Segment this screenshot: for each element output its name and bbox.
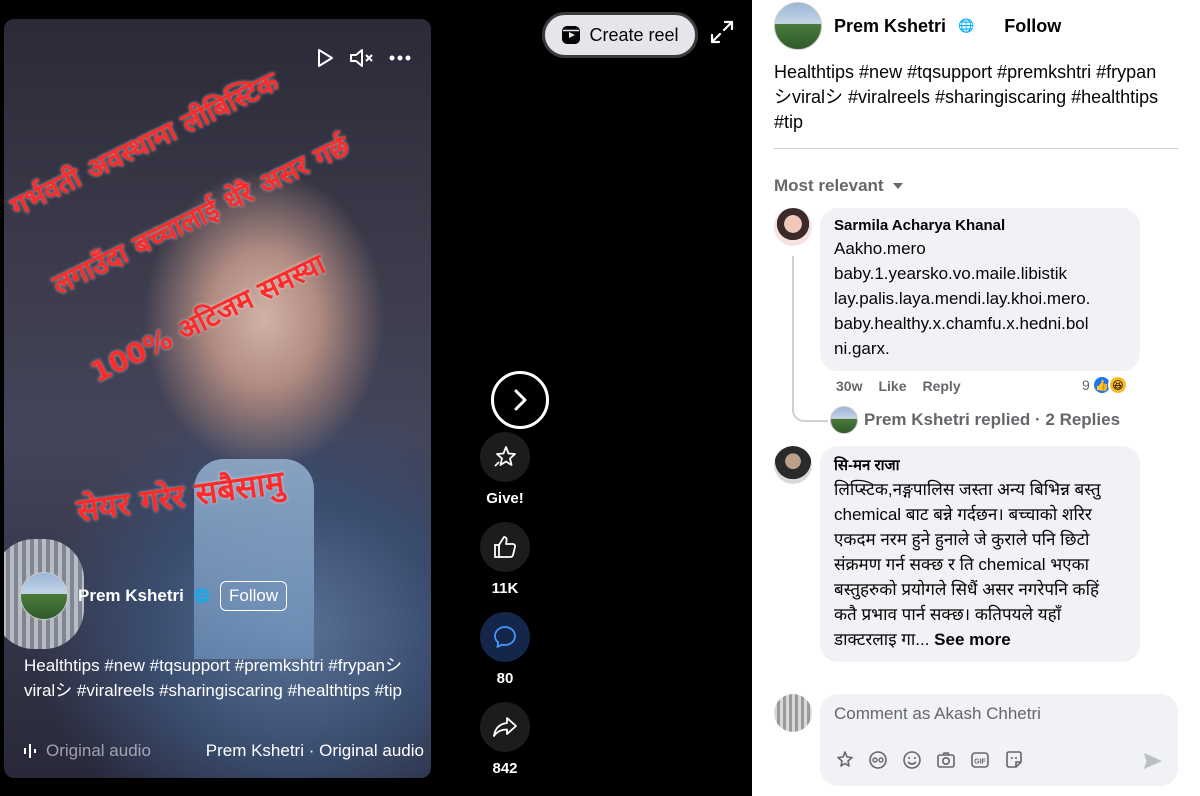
avatar [830,406,858,434]
like-thumb-icon [494,536,517,558]
globe-icon: 🌐 [193,588,211,603]
comment-text: Aakho.mero baby.1.yearsko.vo.maile.libis… [834,239,1091,358]
comment-count: 80 [496,670,514,687]
view-replies-link[interactable]: Prem Kshetri replied · 2 Replies [830,406,1120,434]
comment-item: Sarmila Acharya Khanal Aakho.mero baby.1… [774,208,1140,371]
reaction-summary[interactable]: 9 👍 😆 [1082,375,1128,395]
replies-text: Prem Kshetri replied · 2 Replies [864,410,1121,429]
audio-label: Original audio [46,741,151,760]
mute-icon[interactable] [349,47,375,69]
comment-like-button[interactable]: Like [878,378,906,394]
comment-button[interactable] [480,612,530,662]
comment-bubble: Sarmila Acharya Khanal Aakho.mero baby.1… [820,208,1140,371]
current-user-avatar[interactable] [774,694,812,732]
commenter-name[interactable]: Sarmila Acharya Khanal [834,217,1126,234]
send-icon[interactable] [1142,750,1164,772]
comment-icon [494,626,516,648]
see-more-link[interactable]: See more [934,630,1011,649]
comment-sort-dropdown[interactable]: Most relevant [774,176,904,196]
fullscreen-icon[interactable] [708,18,736,46]
thread-line [792,256,828,422]
comment-item: सि-मन राजा लिप्स्टिक,नङ्गपालिस जस्ता अन्… [774,446,1140,662]
play-icon[interactable] [315,48,335,68]
give-star-icon [494,446,516,467]
sticker-face-icon[interactable] [1004,750,1024,770]
video-author-row: Prem Kshetri 🌐 Follow [20,572,288,620]
sticker-icon[interactable] [834,750,854,770]
comment-actions: 30w Like Reply [836,378,961,394]
panel-caption: Healthtips #new #tqsupport #premkshtri #… [774,62,1159,132]
emoji-icon[interactable] [902,750,922,770]
haha-reaction-icon: 😆 [1107,375,1128,395]
reel-icon [562,26,581,44]
share-count: 842 [492,760,518,777]
like-button[interactable] [480,522,530,572]
follow-button[interactable]: Follow [220,581,288,611]
panel-follow-button[interactable]: Follow [1004,16,1061,37]
chevron-right-icon [514,389,527,411]
comment-input[interactable] [834,704,1154,724]
audio-row: Original audio Prem Kshetri · Original a… [24,741,424,761]
comment-text: लिप्स्टिक,नङ्गपालिस जस्ता अन्य बिभिन्न ब… [834,477,1126,652]
avatar[interactable] [20,572,68,620]
commenter-avatar[interactable] [774,208,812,246]
composer-tools: GIF [834,750,1024,770]
more-icon[interactable] [389,55,411,61]
share-icon [493,717,517,737]
avatar[interactable] [774,2,822,50]
panel-author-name[interactable]: Prem Kshetri [834,16,946,37]
comment-reply-button[interactable]: Reply [922,378,960,394]
like-count: 11K [491,580,519,597]
audio-source[interactable]: Original audio [24,741,151,761]
audio-wave-icon [24,744,36,758]
commenter-avatar[interactable] [774,446,812,484]
video-author-name[interactable]: Prem Kshetri [78,586,184,606]
give-label: Give! [486,490,524,507]
divider [774,148,1178,149]
comment-composer: GIF [774,694,1178,786]
avatar-sticker-icon[interactable] [868,750,888,770]
globe-icon: 🌐 [958,18,975,33]
give-button[interactable] [480,432,530,482]
comment-time[interactable]: 30w [836,378,862,394]
svg-text:GIF: GIF [974,759,986,766]
audio-credit[interactable]: Prem Kshetri · Original audio [206,741,424,761]
reaction-count: 9 [1082,377,1090,393]
panel-header: Prem Kshetri 🌐 Follow [774,2,1061,50]
share-button[interactable] [480,702,530,752]
video-caption: Healthtips #new #tqsupport #premkshtri #… [24,656,402,700]
sort-label: Most relevant [774,176,884,195]
create-reel-label: Create reel [589,24,679,45]
action-rail: Give! 11K 80 842 [480,432,530,792]
comment-text-body: लिप्स्टिक,नङ्गपालिस जस्ता अन्य बिभिन्न ब… [834,480,1101,649]
create-reel-button[interactable]: Create reel [542,12,698,58]
comment-bubble: सि-मन राजा लिप्स्टिक,नङ्गपालिस जस्ता अन्… [820,446,1140,662]
commenter-name[interactable]: सि-मन राजा [834,455,1126,475]
next-reel-button[interactable] [491,371,549,429]
caret-down-icon [892,183,903,189]
video-controls [315,47,411,69]
comment-box[interactable]: GIF [820,694,1178,786]
comments-panel: Prem Kshetri 🌐 Follow Healthtips #new #t… [752,0,1200,796]
reel-viewer: गर्भवती अवस्थामा लीबिस्टिक लगाउँदा बच्चा… [0,0,752,796]
gif-icon[interactable]: GIF [970,750,990,770]
camera-icon[interactable] [936,750,956,770]
